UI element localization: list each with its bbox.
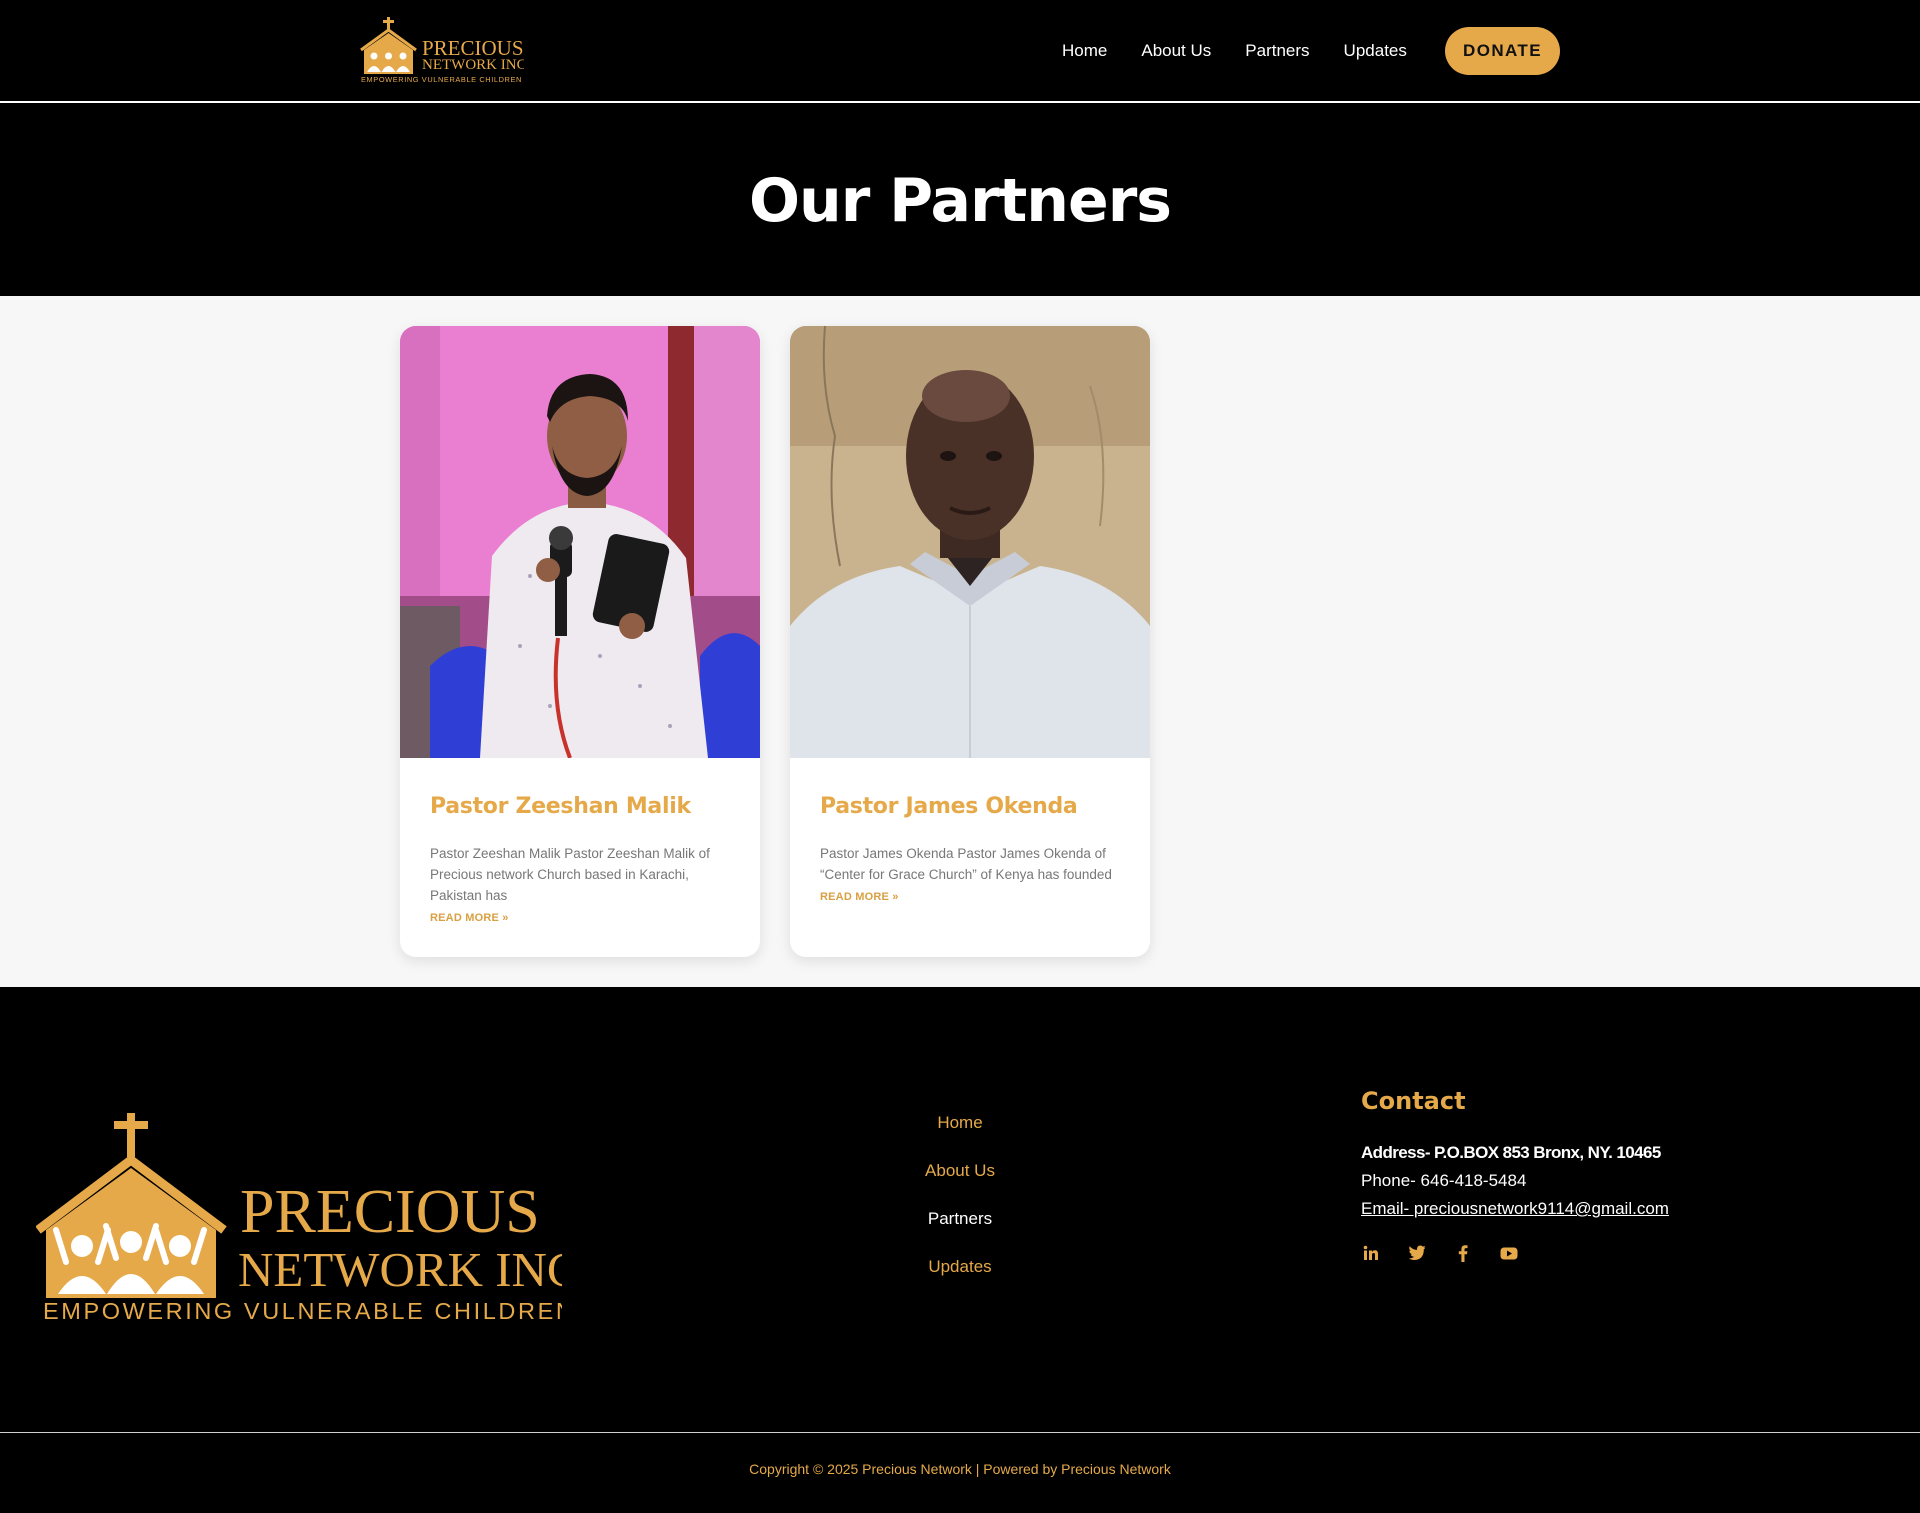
- partner-card: Pastor Zeeshan Malik Pastor Zeeshan Mali…: [400, 326, 760, 957]
- page-title: Our Partners: [748, 165, 1172, 236]
- partners-section: Pastor Zeeshan Malik Pastor Zeeshan Mali…: [0, 296, 1920, 987]
- page-hero: Our Partners: [0, 105, 1920, 296]
- site-header: PRECIOUS NETWORK INC EMPOWERING VULNERAB…: [0, 0, 1920, 103]
- social-links: [1361, 1243, 1781, 1263]
- svg-text:NETWORK INC: NETWORK INC: [422, 57, 524, 73]
- partner-card-body: Pastor James Okenda Pastor James Okenda …: [820, 758, 1124, 905]
- youtube-icon[interactable]: [1499, 1243, 1519, 1263]
- partner-photo[interactable]: [400, 326, 760, 758]
- read-more-link[interactable]: READ MORE »: [820, 891, 899, 903]
- nav-partners[interactable]: Partners: [1245, 41, 1309, 61]
- site-logo[interactable]: PRECIOUS NETWORK INC EMPOWERING VULNERAB…: [358, 16, 524, 84]
- partner-name[interactable]: Pastor Zeeshan Malik: [430, 794, 734, 819]
- partner-excerpt: Pastor James Okenda Pastor James Okenda …: [820, 846, 1112, 882]
- svg-text:NETWORK INC: NETWORK INC: [238, 1242, 562, 1297]
- svg-text:PRECIOUS: PRECIOUS: [240, 1178, 540, 1246]
- partner-card: Pastor James Okenda Pastor James Okenda …: [790, 326, 1150, 957]
- footer-link-partners[interactable]: Partners: [860, 1208, 1060, 1230]
- partner-photo[interactable]: [790, 326, 1150, 758]
- nav-home[interactable]: Home: [1062, 41, 1107, 61]
- partner-name[interactable]: Pastor James Okenda: [820, 794, 1124, 819]
- svg-text:EMPOWERING VULNERABLE CHILDREN: EMPOWERING VULNERABLE CHILDREN: [361, 75, 522, 84]
- donate-button[interactable]: DONATE: [1445, 27, 1560, 75]
- footer-link-updates[interactable]: Updates: [860, 1256, 1060, 1278]
- linkedin-icon[interactable]: [1361, 1243, 1381, 1263]
- site-footer: PRECIOUS NETWORK INC EMPOWERING VULNERAB…: [0, 987, 1920, 1513]
- contact-block: Contact Address- P.O.BOX 853 Bronx, NY. …: [1361, 1087, 1781, 1263]
- main-nav: Home About Us Partners Updates: [1062, 30, 1407, 72]
- copyright-text: Copyright © 2025 Precious Network | Powe…: [749, 1461, 1171, 1477]
- contact-address: Address- P.O.BOX 853 Bronx, NY. 10465: [1361, 1143, 1661, 1162]
- footer-nav: Home About Us Partners Updates: [860, 1112, 1060, 1304]
- facebook-icon[interactable]: [1453, 1243, 1473, 1263]
- contact-email-link[interactable]: Email- preciousnetwork9114@gmail.com: [1361, 1199, 1669, 1219]
- nav-updates[interactable]: Updates: [1344, 41, 1407, 61]
- contact-title: Contact: [1361, 1087, 1466, 1115]
- partner-excerpt: Pastor Zeeshan Malik Pastor Zeeshan Mali…: [430, 846, 710, 903]
- partner-card-body: Pastor Zeeshan Malik Pastor Zeeshan Mali…: [430, 758, 734, 926]
- nav-about-us[interactable]: About Us: [1141, 41, 1211, 61]
- svg-text:EMPOWERING VULNERABLE CHILDREN: EMPOWERING VULNERABLE CHILDREN: [43, 1298, 562, 1322]
- read-more-link[interactable]: READ MORE »: [430, 912, 509, 924]
- twitter-icon[interactable]: [1407, 1243, 1427, 1263]
- footer-divider: [0, 1432, 1920, 1433]
- footer-logo[interactable]: PRECIOUS NETWORK INC EMPOWERING VULNERAB…: [36, 1112, 562, 1322]
- footer-link-about-us[interactable]: About Us: [860, 1160, 1060, 1182]
- contact-phone: Phone- 646-418-5484: [1361, 1171, 1527, 1190]
- footer-link-home[interactable]: Home: [860, 1112, 1060, 1134]
